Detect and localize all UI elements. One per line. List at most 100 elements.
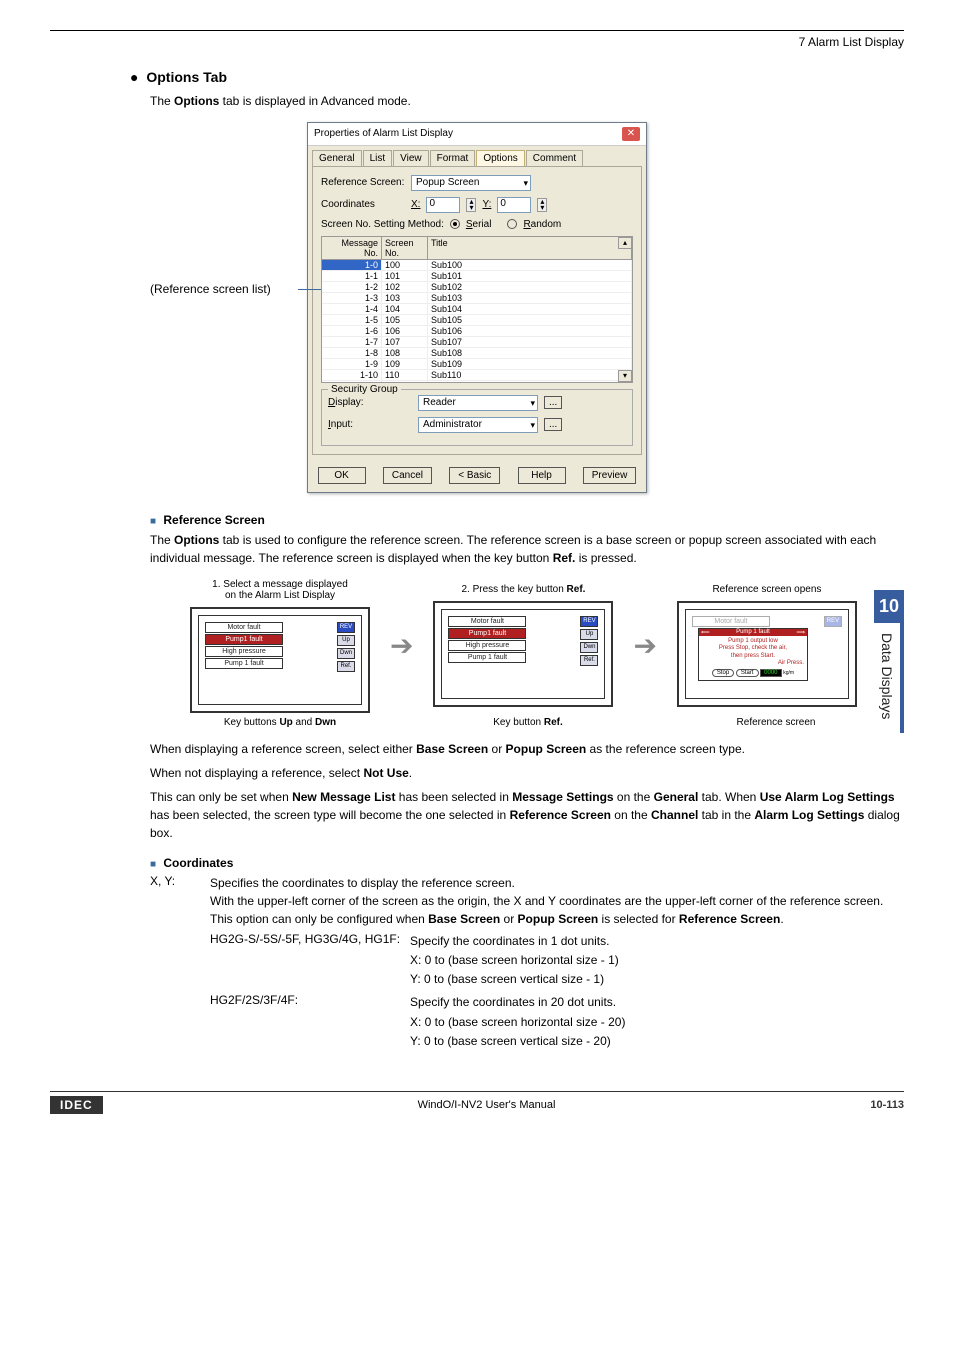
input-ellipsis-button[interactable]: ... <box>544 418 562 431</box>
reference-screen-heading: ■ Reference Screen <box>150 513 904 527</box>
alarm-item: High pressure <box>448 640 526 651</box>
properties-dialog: Properties of Alarm List Display ✕ Gener… <box>307 122 647 493</box>
device-step2: Motor fault Pump1 fault High pressure Pu… <box>441 609 605 699</box>
key-up: Up <box>580 629 598 640</box>
reference-screen-select[interactable]: Popup Screen <box>411 175 531 191</box>
table-row[interactable]: 1-10110Sub110 <box>322 370 632 381</box>
step2-label: 2. Press the key button Ref. <box>433 584 613 595</box>
close-icon[interactable]: ✕ <box>622 127 640 141</box>
alarm-item: Motor fault <box>205 622 283 633</box>
table-row[interactable]: 1-3103Sub103 <box>322 293 632 304</box>
table-row[interactable]: 1-1101Sub101 <box>322 271 632 282</box>
input-select[interactable]: Administrator <box>418 417 538 433</box>
section-title: ● Options Tab <box>130 69 904 85</box>
coordinates-heading: ■ Coordinates <box>150 856 904 870</box>
chapter-title: Data Displays <box>874 623 900 733</box>
key-rev: REV <box>337 622 355 633</box>
table-row[interactable]: 1-0100Sub100 <box>322 260 632 271</box>
section-intro: The Options tab is displayed in Advanced… <box>150 93 904 110</box>
key-dwn: Dwn <box>580 642 598 653</box>
tab-options[interactable]: Options <box>476 150 524 166</box>
table-row[interactable]: 1-6106Sub106 <box>322 326 632 337</box>
display-ellipsis-button[interactable]: ... <box>544 396 562 409</box>
start-button: Start <box>736 669 759 677</box>
model-1: HG2G-S/-5S/-5F, HG3G/4G, HG1F: <box>210 932 410 990</box>
tab-list[interactable]: List <box>363 150 393 166</box>
device-step1: Motor fault Pump1 fault High pressure Pu… <box>198 615 362 705</box>
table-row[interactable]: 1-4104Sub104 <box>322 304 632 315</box>
setting-method-label: Screen No. Setting Method: <box>321 219 444 230</box>
table-row[interactable]: 1-8108Sub108 <box>322 348 632 359</box>
arrow-right-icon: ➔ <box>633 629 656 662</box>
diagram-row: 1. Select a message displayed on the Ala… <box>190 579 904 713</box>
screen-list-table: ▴ Message No. Screen No. Title 1-0100Sub… <box>321 236 633 383</box>
key-rev: REV <box>580 616 598 627</box>
table-row[interactable]: 1-11111Sub111 <box>322 381 632 382</box>
key-ref: Ref. <box>580 655 598 666</box>
key-ref: Ref. <box>337 661 355 672</box>
model-2-desc: Specify the coordinates in 20 dot units.… <box>410 993 625 1051</box>
tab-view[interactable]: View <box>393 150 429 166</box>
square-bullet-icon: ■ <box>150 516 156 527</box>
alarm-item-selected: Pump1 fault <box>205 634 283 645</box>
th-message-no: Message No. <box>322 237 382 259</box>
ok-button[interactable]: OK <box>318 467 366 484</box>
input-label: Input: <box>328 419 412 430</box>
preview-button[interactable]: Preview <box>583 467 637 484</box>
alarm-item: Motor fault <box>692 616 770 627</box>
reference-screen-list-label: (Reference screen list) <box>150 282 271 296</box>
alarm-item: Motor fault <box>448 616 526 627</box>
caption-3: Reference screen <box>686 717 866 728</box>
th-screen-no: Screen No. <box>382 237 428 259</box>
scroll-up-icon[interactable]: ▴ <box>618 237 632 249</box>
x-spinner[interactable]: ▴▾ <box>466 198 476 212</box>
table-row[interactable]: 1-2102Sub102 <box>322 282 632 293</box>
para-ref-type: When displaying a reference screen, sele… <box>150 740 904 758</box>
help-button[interactable]: Help <box>518 467 566 484</box>
step3-label: Reference screen opens <box>677 584 857 595</box>
y-spinner[interactable]: ▴▾ <box>537 198 547 212</box>
dialog-tabs: General List View Format Options Comment <box>308 146 646 166</box>
y-input[interactable]: 0 <box>497 197 531 213</box>
scroll-down-icon[interactable]: ▾ <box>618 370 632 382</box>
display-select[interactable]: Reader <box>418 395 538 411</box>
cancel-button[interactable]: Cancel <box>383 467 432 484</box>
y-label: Y: <box>482 199 491 210</box>
radio-serial[interactable] <box>450 219 460 229</box>
tab-format[interactable]: Format <box>430 150 476 166</box>
stop-button: Stop <box>712 669 734 677</box>
chapter-tab: 10 Data Displays <box>874 590 904 733</box>
alarm-item: Pump 1 fault <box>448 652 526 663</box>
alarm-item: High pressure <box>205 646 283 657</box>
table-row[interactable]: 1-7107Sub107 <box>322 337 632 348</box>
bullet-icon: ● <box>130 69 138 85</box>
device-step3: Motor fault REV ⟸Pump 1 fault⟹ Pump 1 ou… <box>685 609 849 699</box>
dialog-title: Properties of Alarm List Display <box>314 128 453 139</box>
value-display: 0000 <box>760 669 781 677</box>
basic-button[interactable]: < Basic <box>449 467 500 484</box>
reference-popup: ⟸Pump 1 fault⟹ Pump 1 output low Press S… <box>698 628 808 681</box>
table-row[interactable]: 1-5105Sub105 <box>322 315 632 326</box>
logo: IDEC <box>50 1096 103 1114</box>
radio-random[interactable] <box>507 219 517 229</box>
xy-label: X, Y: <box>150 874 210 928</box>
alarm-item: Pump 1 fault <box>205 658 283 669</box>
para-condition: This can only be set when New Message Li… <box>150 788 904 842</box>
display-label: Display: <box>328 397 412 408</box>
model-2: HG2F/2S/3F/4F: <box>210 993 410 1051</box>
tab-general[interactable]: General <box>312 150 362 166</box>
page-header-crumb: 7 Alarm List Display <box>50 35 904 49</box>
radio-random-label: Random <box>523 219 561 230</box>
square-bullet-icon: ■ <box>150 859 156 870</box>
caption-2: Key button Ref. <box>438 717 618 728</box>
footer-center: WindO/I-NV2 User's Manual <box>418 1099 556 1111</box>
x-input[interactable]: 0 <box>426 197 460 213</box>
coord-desc: Specifies the coordinates to display the… <box>210 874 904 928</box>
table-row[interactable]: 1-9109Sub109 <box>322 359 632 370</box>
page-number: 10-113 <box>870 1099 904 1111</box>
chapter-number: 10 <box>874 590 904 623</box>
step1-label: 1. Select a message displayed on the Ala… <box>190 579 370 601</box>
alarm-item-selected: Pump1 fault <box>448 628 526 639</box>
caption-1: Key buttons Up and Dwn <box>190 717 370 728</box>
tab-comment[interactable]: Comment <box>526 150 583 166</box>
